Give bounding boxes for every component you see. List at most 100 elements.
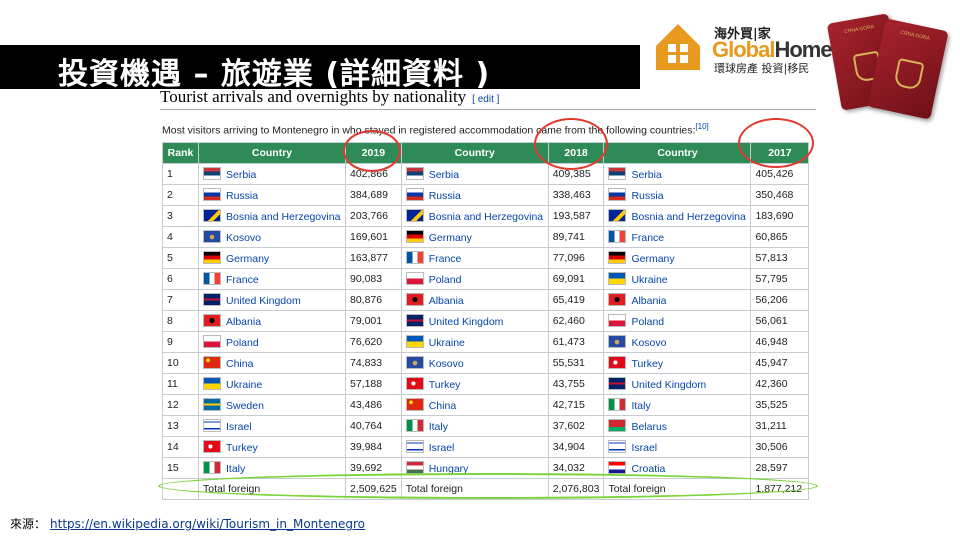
country-cell[interactable]: Serbia <box>603 163 752 185</box>
country-name[interactable]: Kosovo <box>631 337 666 349</box>
country-cell[interactable]: Sweden <box>198 394 346 416</box>
country-cell[interactable]: France <box>198 268 346 290</box>
country-name[interactable]: Poland <box>226 337 259 349</box>
country-cell[interactable]: Italy <box>400 415 549 437</box>
country-cell[interactable]: Serbia <box>400 163 549 185</box>
country-cell[interactable]: Serbia <box>198 163 346 185</box>
highlight-circle-2019 <box>343 130 401 172</box>
country-name[interactable]: Germany <box>429 232 472 244</box>
country-name[interactable]: Sweden <box>226 400 264 412</box>
country-name[interactable]: Ukraine <box>226 379 262 391</box>
country-cell[interactable]: Germany <box>400 226 549 248</box>
country-cell[interactable]: Russia <box>400 184 549 206</box>
country-cell[interactable]: Ukraine <box>603 268 752 290</box>
country-cell[interactable]: Ukraine <box>400 331 549 353</box>
country-name[interactable]: Albania <box>631 295 666 307</box>
highlight-circle-2017 <box>738 118 814 168</box>
source-link[interactable]: https://en.wikipedia.org/wiki/Tourism_in… <box>50 517 365 531</box>
country-name[interactable]: Bosnia and Herzegovina <box>226 211 340 223</box>
country-cell[interactable]: Italy <box>603 394 752 416</box>
country-cell[interactable]: Kosovo <box>603 331 752 353</box>
country-cell[interactable]: Bosnia and Herzegovina <box>198 205 346 227</box>
table-row: 4 Kosovo 169,601 Germany 89,741 France 60,865 <box>162 226 810 248</box>
country-name[interactable]: Italy <box>429 421 448 433</box>
tourist-arrivals-table: Rank Country 2019 Country 2018 Country 2… <box>162 142 810 500</box>
country-name[interactable]: Belarus <box>631 421 667 433</box>
country-name[interactable]: Israel <box>631 442 657 454</box>
country-cell[interactable]: China <box>198 352 346 374</box>
country-name[interactable]: Turkey <box>631 358 663 370</box>
country-cell[interactable]: Israel <box>400 436 549 458</box>
country-name[interactable]: Poland <box>429 274 462 286</box>
header-country-2018[interactable]: Country <box>400 142 549 164</box>
country-cell[interactable]: Turkey <box>400 373 549 395</box>
house-icon <box>656 24 700 70</box>
country-cell[interactable]: Israel <box>603 436 752 458</box>
country-cell[interactable]: United Kingdom <box>198 289 346 311</box>
country-name[interactable]: Russia <box>226 190 258 202</box>
country-cell[interactable]: Belarus <box>603 415 752 437</box>
header-rank[interactable]: Rank <box>162 142 199 164</box>
country-name[interactable]: Kosovo <box>226 232 261 244</box>
country-cell[interactable]: France <box>400 247 549 269</box>
country-cell[interactable]: Kosovo <box>400 352 549 374</box>
country-name[interactable]: United Kingdom <box>631 379 706 391</box>
country-name[interactable]: Kosovo <box>429 358 464 370</box>
country-name[interactable]: United Kingdom <box>226 295 301 307</box>
country-name[interactable]: Ukraine <box>631 274 667 286</box>
country-cell[interactable]: Bosnia and Herzegovina <box>603 205 752 227</box>
country-name[interactable]: Israel <box>429 442 455 454</box>
country-name[interactable]: Italy <box>631 400 650 412</box>
country-name[interactable]: Poland <box>631 316 664 328</box>
country-name[interactable]: Turkey <box>226 442 258 454</box>
country-name[interactable]: Russia <box>429 190 461 202</box>
country-cell[interactable]: Poland <box>400 268 549 290</box>
country-name[interactable]: Russia <box>631 190 663 202</box>
country-name[interactable]: Bosnia and Herzegovina <box>631 211 745 223</box>
edit-link[interactable]: [ edit ] <box>472 94 499 105</box>
country-cell[interactable]: Ukraine <box>198 373 346 395</box>
country-name[interactable]: Germany <box>226 253 269 265</box>
country-cell[interactable]: Turkey <box>603 352 752 374</box>
country-cell[interactable]: Albania <box>400 289 549 311</box>
country-name[interactable]: France <box>429 253 462 265</box>
country-cell[interactable]: Kosovo <box>198 226 346 248</box>
country-name[interactable]: Bosnia and Herzegovina <box>429 211 543 223</box>
country-name[interactable]: Serbia <box>631 169 661 181</box>
country-name[interactable]: China <box>429 400 456 412</box>
header-country-2019[interactable]: Country <box>198 142 346 164</box>
country-cell[interactable]: Albania <box>198 310 346 332</box>
country-name[interactable]: Croatia <box>631 463 665 475</box>
country-name[interactable]: Serbia <box>226 169 256 181</box>
country-cell[interactable]: Germany <box>603 247 752 269</box>
country-name[interactable]: Serbia <box>429 169 459 181</box>
country-cell[interactable]: Israel <box>198 415 346 437</box>
country-name[interactable]: China <box>226 358 253 370</box>
rank-cell: 15 <box>162 457 199 479</box>
country-cell[interactable]: United Kingdom <box>400 310 549 332</box>
country-name[interactable]: Ukraine <box>429 337 465 349</box>
country-name[interactable]: Germany <box>631 253 674 265</box>
country-cell[interactable]: United Kingdom <box>603 373 752 395</box>
header-country-2017[interactable]: Country <box>603 142 752 164</box>
country-cell[interactable]: Albania <box>603 289 752 311</box>
reference-link[interactable]: [10] <box>695 122 708 131</box>
country-name[interactable]: France <box>226 274 259 286</box>
country-name[interactable]: France <box>631 232 664 244</box>
country-name[interactable]: Albania <box>226 316 261 328</box>
country-name[interactable]: Israel <box>226 421 252 433</box>
country-cell[interactable]: Poland <box>198 331 346 353</box>
country-cell[interactable]: France <box>603 226 752 248</box>
country-name[interactable]: Turkey <box>429 379 461 391</box>
country-cell[interactable]: Germany <box>198 247 346 269</box>
country-name[interactable]: United Kingdom <box>429 316 504 328</box>
country-cell[interactable]: Bosnia and Herzegovina <box>400 205 549 227</box>
country-cell[interactable]: Turkey <box>198 436 346 458</box>
rank-cell: 7 <box>162 289 199 311</box>
country-cell[interactable]: Russia <box>198 184 346 206</box>
country-cell[interactable]: China <box>400 394 549 416</box>
country-name[interactable]: Italy <box>226 463 245 475</box>
country-cell[interactable]: Poland <box>603 310 752 332</box>
country-cell[interactable]: Russia <box>603 184 752 206</box>
country-name[interactable]: Albania <box>429 295 464 307</box>
